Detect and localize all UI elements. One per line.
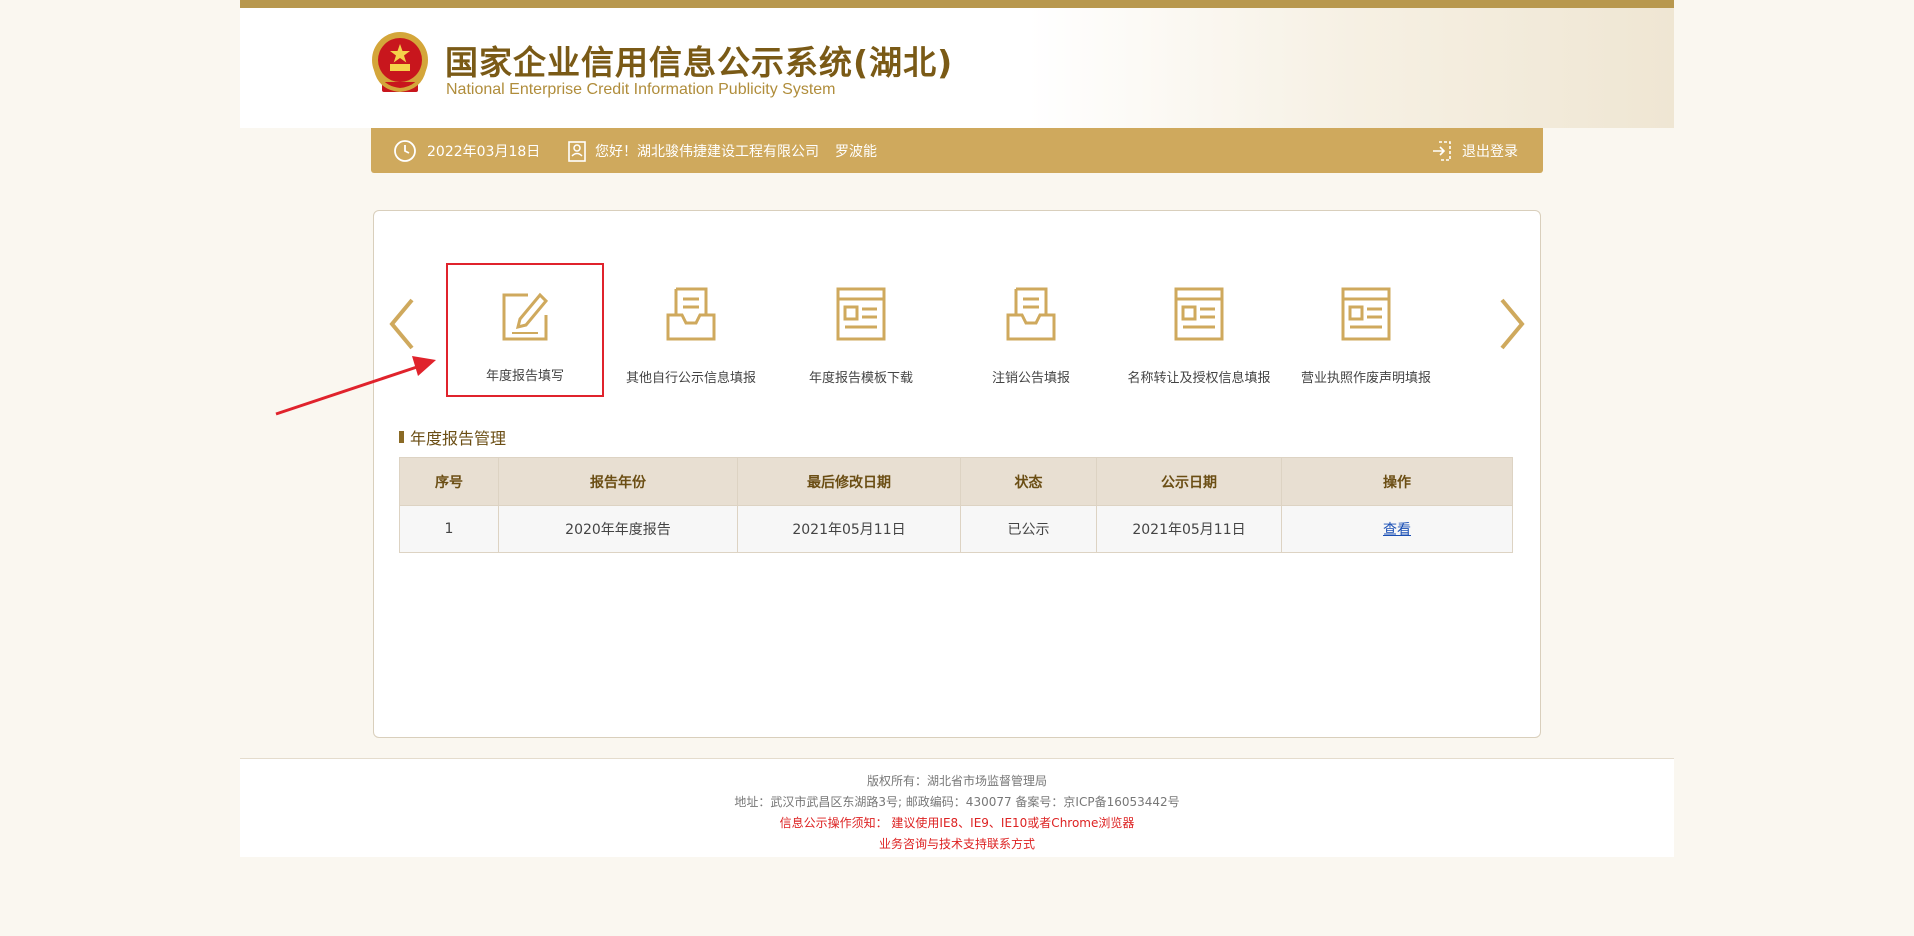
table-row: 1 2020年年度报告 2021年05月11日 已公示 2021年05月11日 …	[399, 505, 1513, 553]
menu-item-label: 其他自行公示信息填报	[625, 371, 756, 386]
current-date: 2022年03月18日	[427, 143, 541, 160]
table-header-row: 序号 报告年份 最后修改日期 状态 公示日期 操作	[399, 457, 1513, 506]
cell-modified: 2021年05月11日	[737, 505, 961, 553]
date-display: 2022年03月18日	[393, 128, 540, 173]
national-emblem-icon	[372, 32, 428, 93]
menu-other-disclosure-fill[interactable]: 其他自行公示信息填报	[616, 263, 766, 397]
menu-item-label: 年度报告模板下载	[808, 371, 913, 386]
menu-item-label: 注销公告填报	[991, 371, 1070, 386]
section-marker	[399, 431, 404, 443]
site-title: 国家企业信用信息公示系统(湖北)	[445, 43, 954, 82]
menu-annual-report-fill[interactable]: 年度报告填写	[446, 263, 604, 397]
chevron-right-icon[interactable]	[1492, 294, 1532, 354]
main-panel: 年度报告填写 其他自行公示信息填报 年度报告模板下载 注销公告填报 名称转让及授…	[373, 210, 1541, 738]
chevron-left-icon[interactable]	[382, 294, 422, 354]
column-header: 公示日期	[1096, 457, 1282, 506]
annual-report-table: 序号 报告年份 最后修改日期 状态 公示日期 操作 1 2020年年度报告 20…	[399, 457, 1513, 553]
footer-copyright: 版权所有：湖北省市场监督管理局	[866, 774, 1047, 788]
menu-name-transfer-fill[interactable]: 名称转让及授权信息填报	[1114, 263, 1284, 397]
document-icon	[1341, 287, 1391, 341]
logout-icon	[1433, 140, 1451, 161]
site-footer: 版权所有：湖北省市场监督管理局 地址：武汉市武昌区东湖路3号; 邮政编码：430…	[240, 758, 1674, 857]
view-report-link[interactable]: 查看	[1383, 522, 1411, 538]
cell-year: 2020年年度报告	[498, 505, 738, 553]
user-card-icon	[568, 140, 586, 162]
menu-license-void-fill[interactable]: 营业执照作废声明填报	[1286, 263, 1446, 397]
column-header: 操作	[1281, 457, 1513, 506]
menu-item-label: 名称转让及授权信息填报	[1127, 371, 1271, 386]
edit-icon	[502, 292, 549, 341]
menu-item-label: 年度报告填写	[485, 369, 564, 384]
user-greeting: 您好！湖北骏伟捷建设工程有限公司 罗波能	[567, 128, 877, 173]
user-name: 罗波能	[835, 143, 877, 160]
section-title: 年度报告管理	[399, 425, 506, 449]
footer-notice-link[interactable]: 信息公示操作须知： 建议使用IE8、IE9、IE10或者Chrome浏览器	[240, 813, 1674, 834]
document-icon	[836, 287, 886, 341]
column-header: 最后修改日期	[737, 457, 961, 506]
cell-published: 2021年05月11日	[1096, 505, 1282, 553]
tray-icon	[666, 287, 716, 341]
document-icon	[1174, 287, 1224, 341]
cell-action: 查看	[1281, 505, 1513, 553]
cell-status: 已公示	[960, 505, 1097, 553]
logout-button[interactable]: 退出登录	[1431, 128, 1518, 173]
site-header: 国家企业信用信息公示系统(湖北) National Enterprise Cre…	[240, 8, 1674, 128]
cell-no: 1	[399, 505, 499, 553]
clock-icon	[394, 139, 416, 162]
menu-deregistration-notice-fill[interactable]: 注销公告填报	[956, 263, 1106, 397]
menu-annual-template-download[interactable]: 年度报告模板下载	[786, 263, 936, 397]
column-header: 报告年份	[498, 457, 738, 506]
user-info-bar: 2022年03月18日 您好！湖北骏伟捷建设工程有限公司 罗波能 退出登录	[371, 128, 1543, 173]
top-accent-bar	[240, 0, 1674, 8]
column-header: 状态	[960, 457, 1097, 506]
page-frame: 国家企业信用信息公示系统(湖北) National Enterprise Cre…	[240, 0, 1674, 857]
menu-item-label: 营业执照作废声明填报	[1300, 371, 1431, 386]
logout-label: 退出登录	[1462, 143, 1518, 160]
column-header: 序号	[399, 457, 499, 506]
tray-icon	[1006, 287, 1056, 341]
site-subtitle: National Enterprise Credit Information P…	[446, 81, 836, 98]
footer-address: 地址：武汉市武昌区东湖路3号; 邮政编码：430077 备案号：京ICP备160…	[734, 795, 1180, 809]
greeting-text: 您好！湖北骏伟捷建设工程有限公司	[595, 143, 819, 160]
footer-support-link[interactable]: 业务咨询与技术支持联系方式	[240, 834, 1674, 855]
section-title-text: 年度报告管理	[410, 429, 507, 448]
